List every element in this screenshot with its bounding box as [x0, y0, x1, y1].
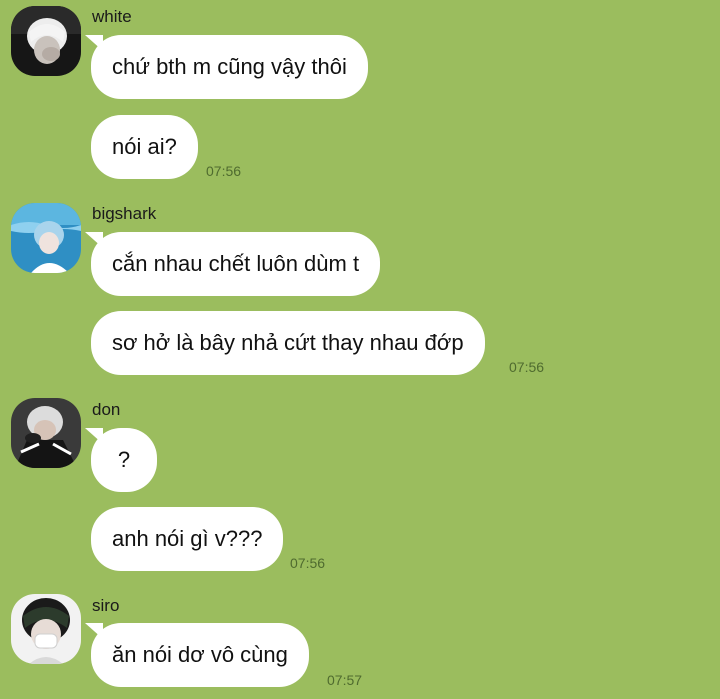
- sender-name: don: [92, 400, 121, 419]
- avatar-white[interactable]: [11, 6, 81, 76]
- message-timestamp: 07:56: [290, 555, 326, 571]
- avatar-siro[interactable]: [11, 594, 81, 664]
- user-avatar-don-icon: [11, 398, 81, 468]
- message-timestamp: 07:57: [327, 672, 363, 688]
- sender-name: bigshark: [92, 204, 157, 223]
- user-avatar-white-icon: [11, 6, 81, 76]
- message-bubble[interactable]: ?: [85, 428, 157, 492]
- message-bubble[interactable]: anh nói gì v???: [91, 507, 284, 571]
- user-avatar-siro-icon: [11, 594, 81, 664]
- user-avatar-bigshark-icon: [11, 203, 81, 273]
- message-bubble[interactable]: sơ hở là bây nhả cứt thay nhau đớp: [91, 311, 485, 375]
- message-timestamp: 07:56: [206, 163, 242, 179]
- sender-name: white: [92, 7, 132, 26]
- message-bubble[interactable]: nói ai?: [91, 115, 198, 179]
- message-bubble[interactable]: chứ bth m cũng vậy thôi: [85, 35, 368, 99]
- message-bubble[interactable]: cắn nhau chết luôn dùm t: [84, 232, 381, 296]
- sender-name: siro: [92, 596, 120, 615]
- avatar-bigshark[interactable]: [11, 203, 81, 273]
- message-bubble[interactable]: ăn nói dơ vô cùng: [85, 623, 309, 687]
- avatar-don[interactable]: [11, 398, 81, 468]
- message-timestamp: 07:56: [509, 359, 545, 375]
